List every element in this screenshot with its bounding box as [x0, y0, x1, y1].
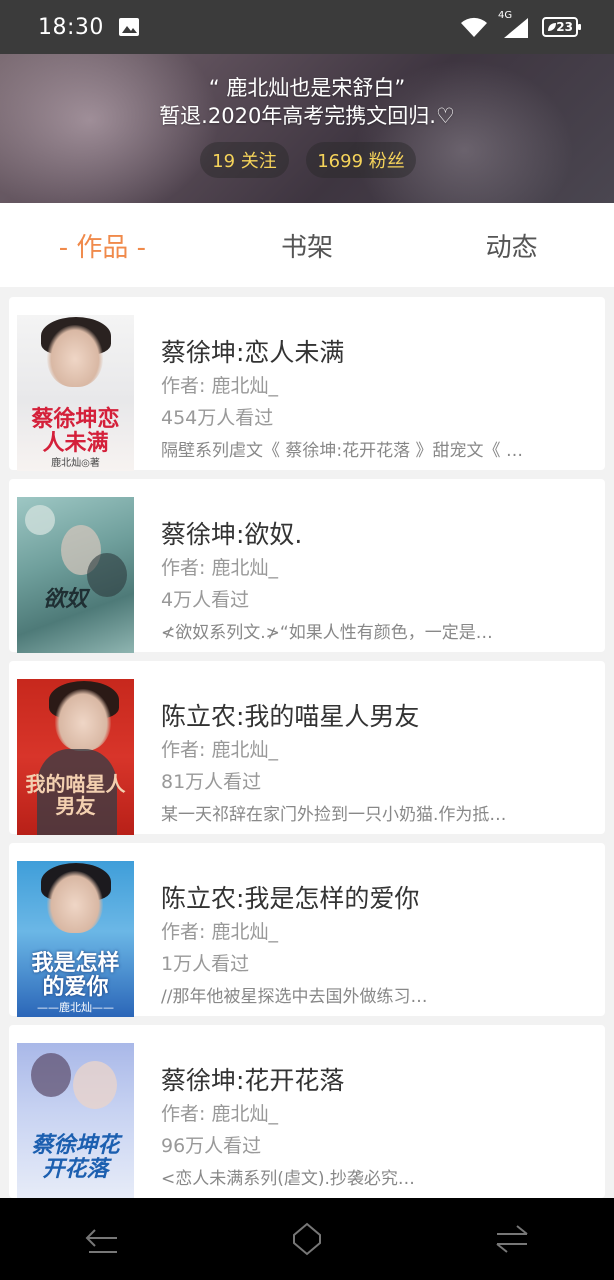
system-nav-bar: [0, 1198, 614, 1280]
cover-title: 蔡徐坤恋人未满: [31, 406, 120, 456]
profile-header: “ 鹿北灿也是宋舒白” 暂退.2020年高考完携文回归.♡ 19 关注 1699…: [0, 50, 614, 203]
book-cover[interactable]: 蔡徐坤恋人未满 鹿北灿◎著: [17, 315, 134, 471]
image-icon: [118, 18, 139, 36]
cover-title: 欲奴: [43, 586, 88, 612]
book-views: 81万人看过: [161, 771, 262, 793]
book-item[interactable]: 蔡徐坤恋人未满 鹿北灿◎著 蔡徐坤:恋人未满 作者: 鹿北灿_ 454万人看过 …: [9, 297, 605, 471]
tab-works[interactable]: - 作品 -: [0, 227, 205, 264]
book-views: 4万人看过: [161, 589, 250, 611]
recents-icon: [496, 1225, 528, 1253]
profile-bio-line2: 暂退.2020年高考完携文回归.♡: [159, 104, 455, 128]
book-description: ≮欲奴系列文.≯“如果人性有颜色，一定是…: [161, 623, 493, 643]
home-button[interactable]: [287, 1219, 327, 1259]
battery-level: 23: [556, 20, 573, 34]
book-cover[interactable]: 我的喵星人男友: [17, 679, 134, 835]
book-title: 蔡徐坤:欲奴.: [161, 520, 303, 549]
fans-count-button[interactable]: 1699 粉丝: [306, 142, 416, 178]
book-cover[interactable]: 欲奴: [17, 497, 134, 653]
status-bar: 18:30 4G 23: [0, 0, 614, 54]
cover-author: 鹿北灿◎著: [51, 458, 100, 469]
battery-icon: 23: [542, 17, 581, 37]
book-author: 作者: 鹿北灿_: [161, 1103, 278, 1125]
profile-tabs: - 作品 - 书架 动态: [0, 203, 614, 287]
book-cover[interactable]: 蔡徐坤花开花落: [17, 1043, 134, 1199]
book-title: 蔡徐坤:花开花落: [161, 1066, 345, 1095]
wifi-icon: [461, 17, 487, 37]
follow-count-button[interactable]: 19 关注: [200, 142, 289, 178]
book-views: 1万人看过: [161, 953, 250, 975]
book-title: 陈立农:我的喵星人男友: [161, 702, 420, 731]
book-title: 蔡徐坤:恋人未满: [161, 338, 345, 367]
book-item[interactable]: 蔡徐坤花开花落 蔡徐坤:花开花落 作者: 鹿北灿_ 96万人看过 <恋人未满系列…: [9, 1025, 605, 1199]
recents-button[interactable]: [492, 1219, 532, 1259]
status-icons: 4G 23: [460, 10, 581, 40]
back-button[interactable]: [82, 1219, 122, 1259]
status-time: 18:30: [38, 14, 104, 40]
book-description: 某一天祁辞在家门外捡到一只小奶猫.作为抵…: [161, 805, 507, 825]
back-icon: [85, 1229, 118, 1253]
tab-activity[interactable]: 动态: [409, 227, 614, 264]
book-views: 454万人看过: [161, 407, 274, 429]
book-views: 96万人看过: [161, 1135, 262, 1157]
home-icon: [292, 1222, 321, 1256]
cover-title: 我是怎样的爱你: [31, 950, 120, 1000]
signal-icon: 4G: [498, 10, 530, 40]
profile-bio-line1: “ 鹿北灿也是宋舒白”: [208, 76, 406, 100]
cover-title: 我的喵星人男友: [25, 772, 126, 818]
tab-bookshelf[interactable]: 书架: [205, 227, 410, 264]
book-item[interactable]: 我是怎样的爱你 ——鹿北灿—— 陈立农:我是怎样的爱你 作者: 鹿北灿_ 1万人…: [9, 843, 605, 1017]
book-description: //那年他被星探选中去国外做练习…: [161, 987, 428, 1007]
book-description: <恋人未满系列(虐文).抄袭必究…: [161, 1169, 415, 1189]
book-author: 作者: 鹿北灿_: [161, 739, 278, 761]
book-item[interactable]: 我的喵星人男友 陈立农:我的喵星人男友 作者: 鹿北灿_ 81万人看过 某一天祁…: [9, 661, 605, 835]
book-author: 作者: 鹿北灿_: [161, 557, 278, 579]
book-item[interactable]: 欲奴 蔡徐坤:欲奴. 作者: 鹿北灿_ 4万人看过 ≮欲奴系列文.≯“如果人性有…: [9, 479, 605, 653]
book-title: 陈立农:我是怎样的爱你: [161, 884, 420, 913]
cover-title: 蔡徐坤花开花落: [31, 1132, 120, 1182]
book-author: 作者: 鹿北灿_: [161, 375, 278, 397]
book-cover[interactable]: 我是怎样的爱你 ——鹿北灿——: [17, 861, 134, 1017]
cover-author: ——鹿北灿——: [37, 1001, 114, 1014]
book-author: 作者: 鹿北灿_: [161, 921, 278, 943]
book-description: 隔壁系列虐文《 蔡徐坤:花开花落 》甜宠文《 …: [161, 441, 523, 461]
